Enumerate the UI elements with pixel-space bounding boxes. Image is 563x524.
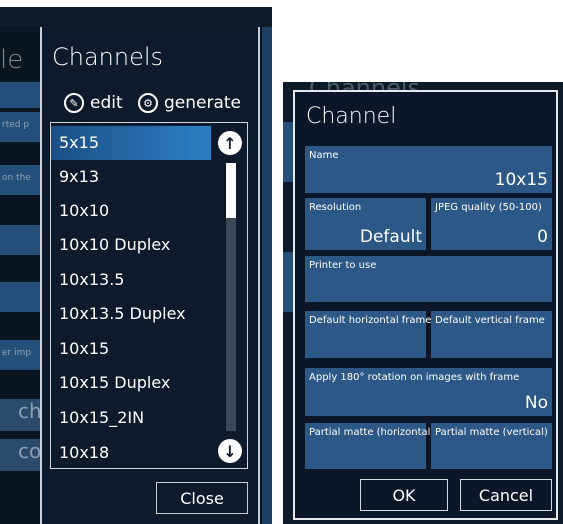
background-field: er imp [0, 340, 42, 370]
field-label: Partial matte (vertical) [435, 427, 548, 438]
name-field[interactable]: Name 10x15 [305, 146, 552, 193]
dialog-title: Channels [52, 43, 164, 71]
list-item-selected[interactable]: 5x15 [51, 126, 211, 160]
background-window-edge [262, 27, 272, 524]
left-screen: le rted p on the er imp ch co Channels ✎… [0, 27, 272, 524]
list-item[interactable]: 9x13 [51, 160, 211, 194]
scroll-down-icon[interactable]: ↓ [218, 439, 242, 463]
list-item[interactable]: 10x13.5 Duplex [51, 297, 211, 331]
field-label: Default horizontal frame [309, 315, 432, 326]
list-item[interactable]: 10x10 Duplex [51, 228, 211, 262]
close-button[interactable]: Close [156, 482, 248, 514]
list-item[interactable]: 10x15 Duplex [51, 366, 211, 400]
list-item[interactable]: 10x15_2IN [51, 401, 211, 435]
list-item[interactable]: 10x13.5 [51, 263, 211, 297]
channels-list[interactable]: 5x15 9x13 10x10 10x10 Duplex 10x13.5 10x… [50, 122, 248, 469]
scroll-up-icon[interactable]: ↑ [218, 131, 242, 155]
field-value: Default [359, 227, 422, 247]
scrollbar-track[interactable] [226, 163, 236, 431]
background-row-text: rted p [2, 120, 30, 130]
background-field: on the [0, 165, 42, 195]
partial-matte-vertical-field[interactable]: Partial matte (vertical) [431, 423, 552, 469]
channels-dialog: Channels ✎ edit ⚙ generate 5x15 9x13 10x… [40, 27, 260, 524]
background-row-text: er imp [2, 348, 32, 358]
background-button: co [0, 439, 42, 471]
partial-matte-horizontal-field[interactable]: Partial matte (horizontal) [305, 423, 434, 469]
pencil-icon: ✎ [64, 93, 84, 113]
background-field [0, 282, 42, 312]
gear-icon: ⚙ [138, 93, 158, 113]
printer-field[interactable]: Printer to use [305, 256, 552, 302]
list-item[interactable]: 10x18 [51, 436, 211, 468]
window-top-strip [0, 7, 272, 27]
scrollbar-thumb[interactable] [226, 163, 236, 218]
background-window-title: le [0, 45, 24, 75]
generate-button[interactable]: ⚙ generate [138, 93, 241, 113]
channel-dialog: Channel Name 10x15 Resolution Default JP… [293, 90, 558, 520]
edit-label: edit [90, 93, 123, 113]
ok-button[interactable]: OK [360, 479, 448, 511]
list-item[interactable]: 10x15 [51, 332, 211, 366]
default-vertical-frame-field[interactable]: Default vertical frame [431, 311, 552, 358]
field-label: JPEG quality (50-100) [435, 202, 542, 213]
default-horizontal-frame-field[interactable]: Default horizontal frame [305, 311, 431, 358]
edit-button[interactable]: ✎ edit [64, 93, 123, 113]
background-field [0, 82, 42, 108]
background-field [0, 225, 42, 255]
cancel-button[interactable]: Cancel [460, 479, 552, 511]
field-label: Partial matte (horizontal) [309, 427, 435, 438]
dialog-title: Channel [306, 104, 397, 129]
rotation-field[interactable]: Apply 180° rotation on images with frame… [305, 368, 552, 416]
field-label: Resolution [309, 202, 362, 213]
right-screen: Channels Channel Name 10x15 Resolution D… [283, 82, 563, 524]
field-value: 0 [537, 227, 548, 247]
field-label: Printer to use [309, 260, 377, 271]
field-label: Name [309, 150, 339, 161]
background-field: rted p [0, 112, 42, 142]
list-item[interactable]: 10x10 [51, 194, 211, 228]
field-value: 10x15 [494, 170, 548, 190]
field-label: Default vertical frame [435, 315, 545, 326]
jpeg-quality-field[interactable]: JPEG quality (50-100) 0 [431, 198, 552, 250]
resolution-field[interactable]: Resolution Default [305, 198, 426, 250]
field-value: No [524, 393, 548, 413]
background-button: ch [0, 399, 42, 431]
background-row-text: on the [2, 173, 31, 183]
field-label: Apply 180° rotation on images with frame [309, 372, 520, 383]
generate-label: generate [164, 93, 242, 113]
